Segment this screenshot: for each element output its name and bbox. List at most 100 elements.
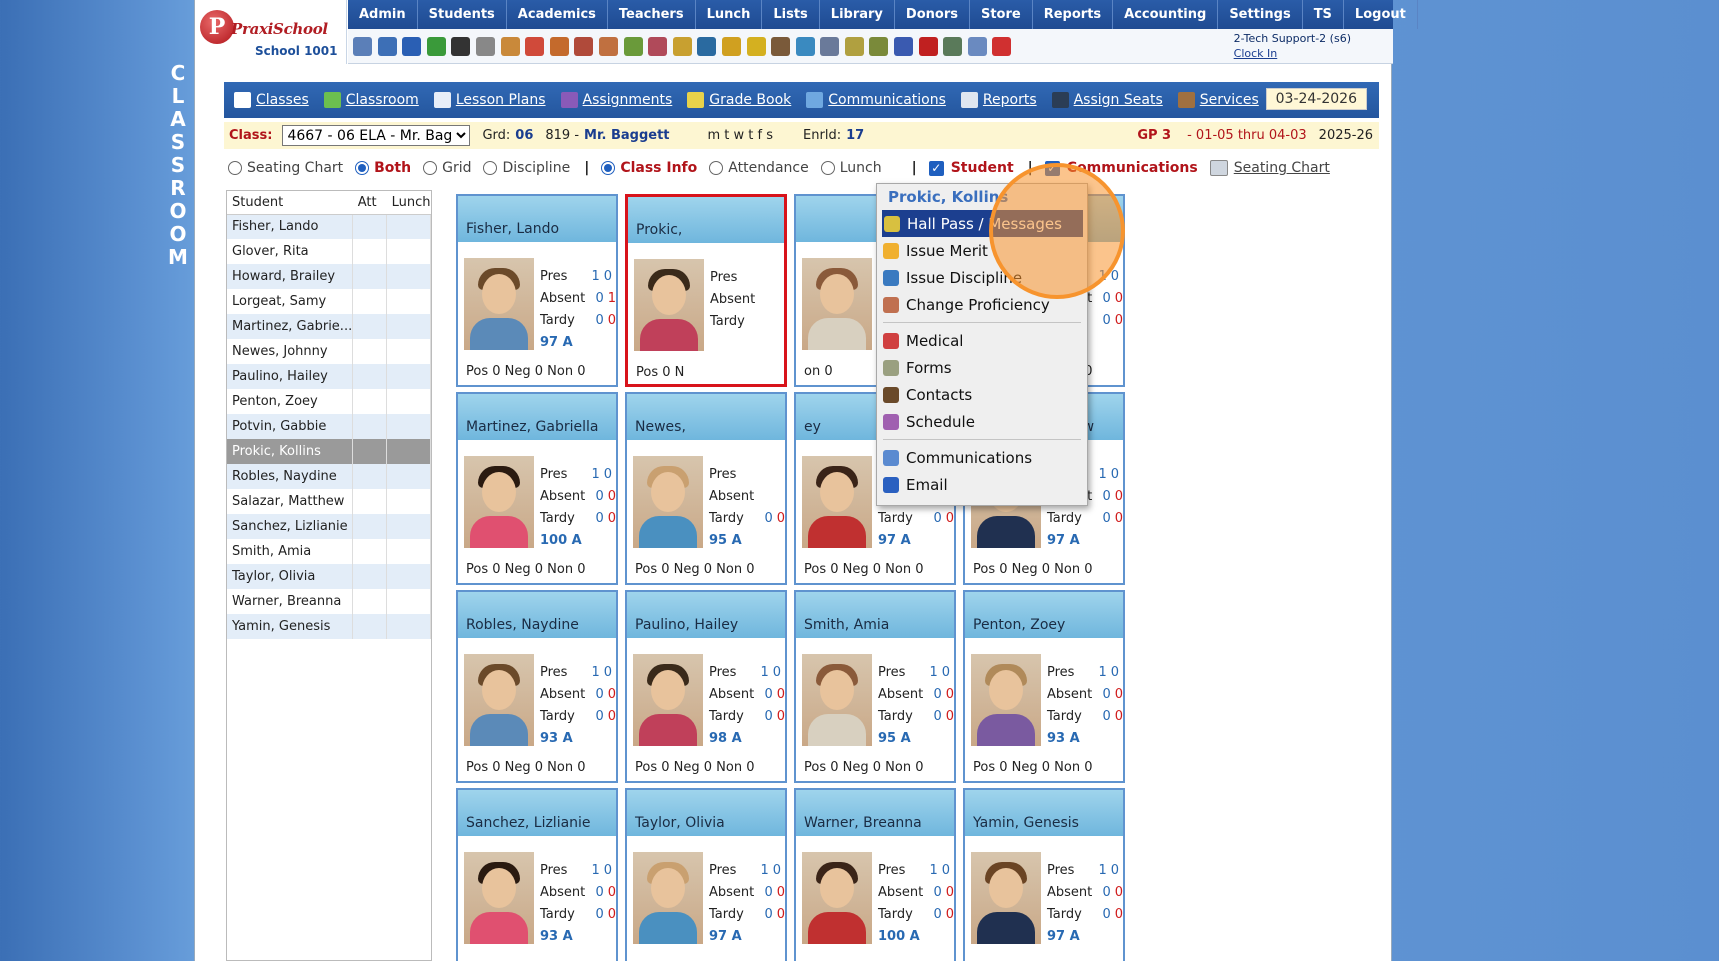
person-icon[interactable] [574, 36, 594, 56]
book-icon[interactable] [697, 36, 717, 56]
email-icon[interactable] [402, 36, 422, 56]
table-row[interactable]: Potvin, Gabbie [227, 414, 431, 439]
class-info-radio[interactable]: Class Info [601, 160, 697, 176]
menu-settings[interactable]: Settings [1218, 0, 1303, 29]
menu-store[interactable]: Store [970, 0, 1033, 29]
notes-icon[interactable] [500, 36, 520, 56]
table-row[interactable]: Howard, Brailey [227, 264, 431, 289]
grid-radio[interactable]: Grid [423, 160, 471, 176]
subnav-assignments[interactable]: Assignments [560, 92, 672, 108]
menu-lists[interactable]: Lists [762, 0, 820, 29]
menu-library[interactable]: Library [820, 0, 895, 29]
table-row[interactable]: Salazar, Matthew [227, 489, 431, 514]
student-card[interactable]: Penton, Zoey Pres 1 0 Absent 0 0 Tardy 0 0 93 A Pos… [963, 590, 1125, 783]
student-checkbox[interactable]: ✓ Student [928, 160, 1014, 176]
student-card[interactable]: Martinez, Gabriella Pres 1 0 Absent 0 0 Tardy 0 0… [456, 392, 618, 585]
table-row[interactable]: Prokic, Kollins [227, 439, 431, 464]
menu-academics[interactable]: Academics [507, 0, 608, 29]
menu-students[interactable]: Students [418, 0, 507, 29]
context-medical[interactable]: Medical [877, 327, 1087, 354]
student-card[interactable]: Sanchez, Lizlianie Pres 1 0 Absent 0 0 Tardy 0 0 9… [456, 788, 618, 961]
clock-icon[interactable] [795, 36, 815, 56]
table-row[interactable]: Robles, Naydine [227, 464, 431, 489]
context-contacts[interactable]: Contacts [877, 381, 1087, 408]
menu-teachers[interactable]: Teachers [608, 0, 696, 29]
subnav-reports[interactable]: Reports [960, 92, 1037, 108]
ticket-icon[interactable] [623, 36, 643, 56]
table-row[interactable]: Warner, Breanna [227, 589, 431, 614]
subnav-services[interactable]: Services [1177, 92, 1259, 108]
both-radio[interactable]: Both [355, 160, 411, 176]
cash-icon[interactable] [869, 36, 889, 56]
context-email[interactable]: Email [877, 471, 1087, 498]
chat-icon[interactable] [426, 36, 446, 56]
subnav-communications[interactable]: Communications [806, 92, 946, 108]
student-card[interactable]: Yamin, Genesis Pres 1 0 Absent 0 0 Tardy 0 0 97 A [963, 788, 1125, 961]
money-icon[interactable] [844, 36, 864, 56]
context-forms[interactable]: Forms [877, 354, 1087, 381]
class-select[interactable]: 4667 - 06 ELA - Mr. Baggett [282, 125, 471, 146]
table-row[interactable]: Glover, Rita [227, 239, 431, 264]
student-card[interactable]: Newes, Pres Absent Tardy 0 0 95 A Pos 0 Neg 0 N… [625, 392, 787, 585]
group-icon[interactable] [648, 36, 668, 56]
student-card[interactable]: Smith, Amia Pres 1 0 Absent 0 0 Tardy 0 0 95 A Pos … [794, 590, 956, 783]
seating-chart-print-link[interactable]: Seating Chart [1209, 160, 1330, 176]
menu-accounting[interactable]: Accounting [1113, 0, 1219, 29]
table-row[interactable]: Lorgeat, Samy [227, 289, 431, 314]
print-icon[interactable] [943, 36, 963, 56]
volume-icon[interactable] [475, 36, 495, 56]
help-icon[interactable] [967, 36, 987, 56]
pos-neg-counts: Pos 0 N [636, 365, 685, 380]
photo-face [989, 670, 1023, 710]
subnav-grade-book[interactable]: Grade Book [687, 92, 791, 108]
menu-donors[interactable]: Donors [895, 0, 970, 29]
discipline-radio[interactable]: Discipline [483, 160, 570, 176]
student-card[interactable]: Robles, Naydine Pres 1 0 Absent 0 0 Tardy 0 0 93 A… [456, 590, 618, 783]
student-card[interactable]: Prokic, Pres Absent Tardy Pos 0 N [625, 194, 787, 387]
menu-lunch[interactable]: Lunch [696, 0, 763, 29]
teacher-icon[interactable] [598, 36, 618, 56]
calendar-icon[interactable] [377, 36, 397, 56]
attendance-radio[interactable]: Attendance [709, 160, 809, 176]
list-icon[interactable] [820, 36, 840, 56]
menu-reports[interactable]: Reports [1033, 0, 1114, 29]
menu-ts[interactable]: TS [1303, 0, 1344, 29]
phone-icon[interactable] [451, 36, 471, 56]
note-icon[interactable] [746, 36, 766, 56]
table-row[interactable]: Taylor, Olivia [227, 564, 431, 589]
context-communications[interactable]: Communications [877, 444, 1087, 471]
praxischool-logo[interactable]: P PraxiSchool School 1001 [195, 0, 347, 64]
pdf-icon[interactable] [918, 36, 938, 56]
pen-icon[interactable] [721, 36, 741, 56]
calendar2-icon[interactable] [525, 36, 545, 56]
search-icon[interactable] [353, 36, 372, 56]
context-schedule[interactable]: Schedule [877, 408, 1087, 435]
seating-chart-radio[interactable]: Seating Chart [228, 160, 343, 176]
megaphone-icon[interactable] [549, 36, 569, 56]
subnav-classes[interactable]: Classes [234, 92, 309, 108]
table-row[interactable]: Sanchez, Lizlianie [227, 514, 431, 539]
contacts-icon[interactable] [771, 36, 791, 56]
subnav-classroom[interactable]: Classroom [323, 92, 419, 108]
table-row[interactable]: Paulino, Hailey [227, 364, 431, 389]
table-row[interactable]: Yamin, Genesis [227, 614, 431, 639]
student-card[interactable]: Fisher, Lando Pres 1 0 Absent 0 1 Tardy 0 0 97 A Po… [456, 194, 618, 387]
student-card[interactable]: Taylor, Olivia Pres 1 0 Absent 0 0 Tardy 0 0 97 A [625, 788, 787, 961]
table-row[interactable]: Penton, Zoey [227, 389, 431, 414]
table-row[interactable]: Martinez, Gabrie... [227, 314, 431, 339]
card-icon[interactable] [672, 36, 692, 56]
student-card[interactable]: Paulino, Hailey Pres 1 0 Absent 0 0 Tardy 0 0 98 A… [625, 590, 787, 783]
current-date[interactable]: 03-24-2026 [1265, 88, 1367, 110]
table-row[interactable]: Smith, Amia [227, 539, 431, 564]
clock-in-link[interactable]: Clock In [1234, 46, 1351, 61]
table-row[interactable]: Newes, Johnny [227, 339, 431, 364]
power-icon[interactable] [992, 36, 1012, 56]
subnav-assign-seats[interactable]: Assign Seats [1051, 92, 1163, 108]
menu-logout[interactable]: Logout [1344, 0, 1418, 29]
student-card[interactable]: Warner, Breanna Pres 1 0 Absent 0 0 Tardy 0 0 100 … [794, 788, 956, 961]
table-row[interactable]: Fisher, Lando [227, 214, 431, 239]
menu-admin[interactable]: Admin [348, 0, 418, 29]
ap-icon[interactable] [894, 36, 914, 56]
subnav-lesson-plans[interactable]: Lesson Plans [433, 92, 546, 108]
lunch-radio[interactable]: Lunch [820, 160, 882, 176]
